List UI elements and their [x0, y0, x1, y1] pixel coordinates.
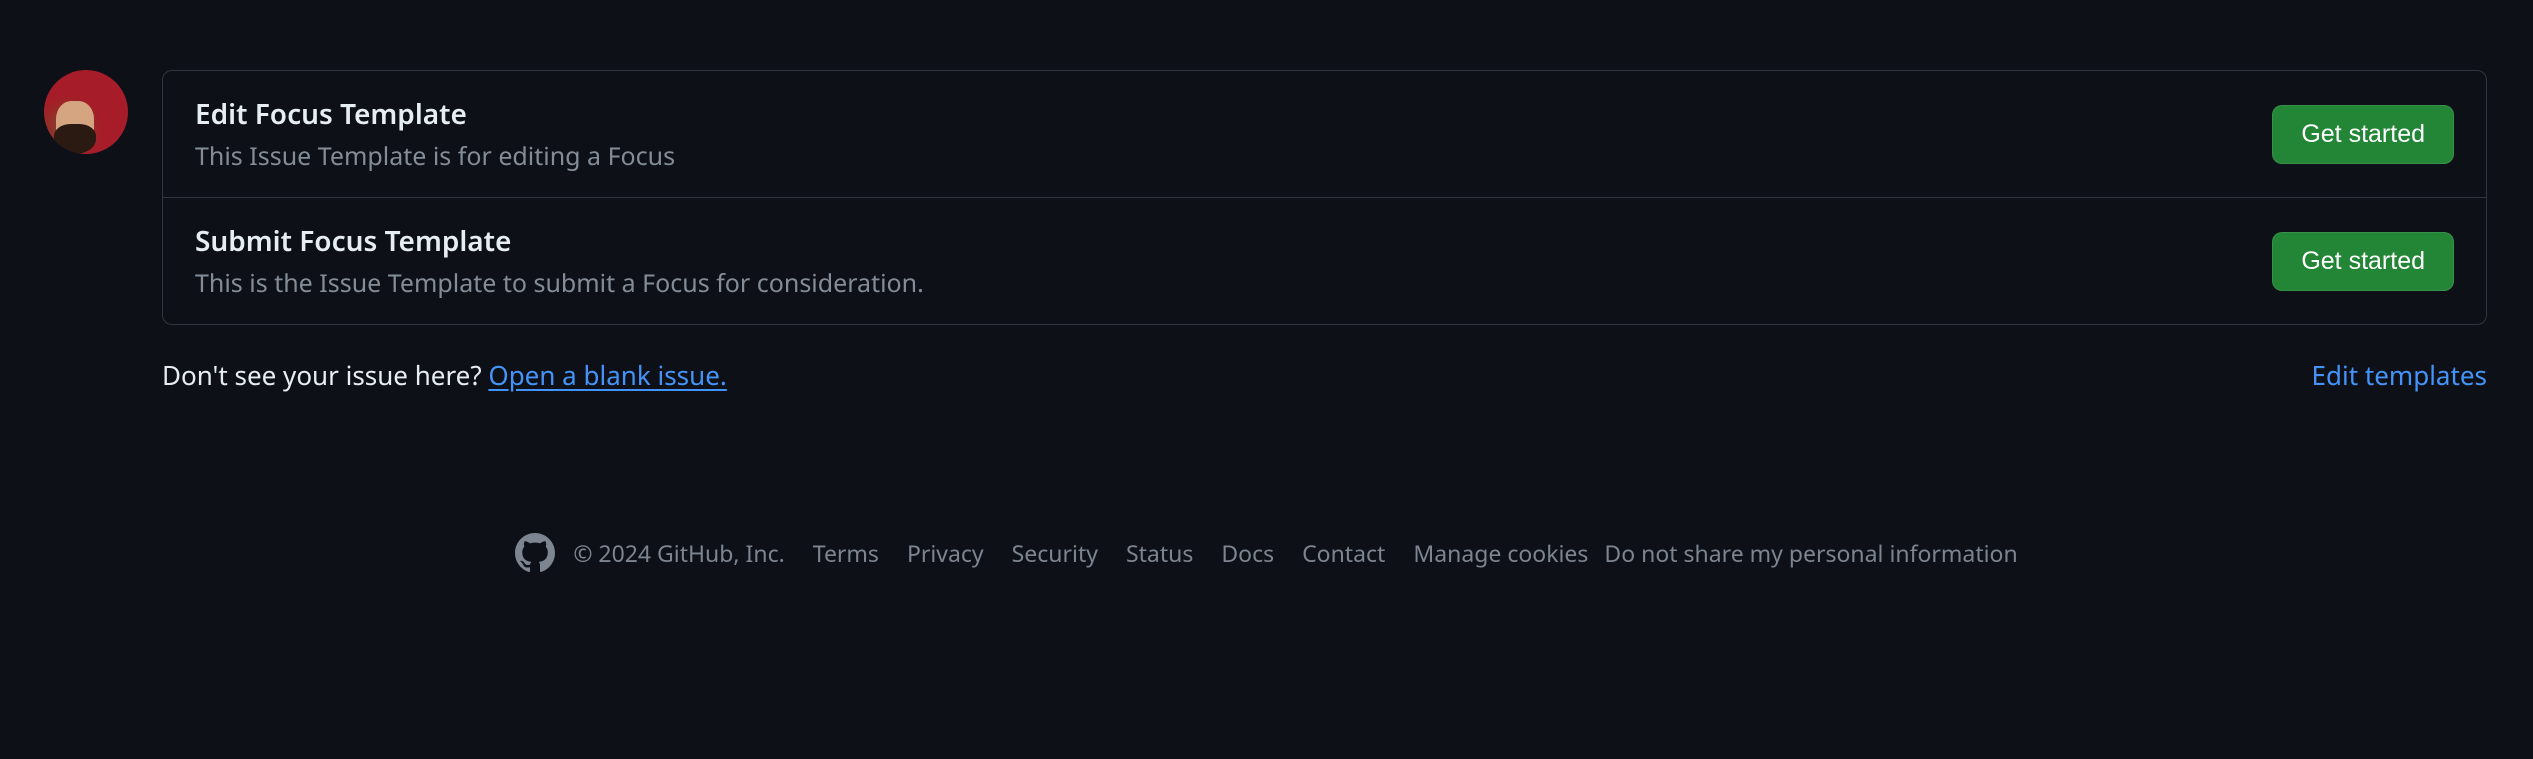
open-blank-issue-link[interactable]: Open a blank issue.: [488, 357, 726, 393]
template-text: Edit Focus Template This Issue Template …: [195, 95, 675, 173]
template-list: Edit Focus Template This Issue Template …: [162, 70, 2487, 325]
template-item-submit-focus: Submit Focus Template This is the Issue …: [163, 197, 2486, 324]
blank-prompt-text: Don't see your issue here?: [162, 357, 488, 393]
template-text: Submit Focus Template This is the Issue …: [195, 222, 924, 300]
footer-brand: © 2024 GitHub, Inc.: [515, 533, 784, 573]
template-chooser-container: Edit Focus Template This Issue Template …: [0, 70, 2533, 325]
edit-templates-link[interactable]: Edit templates: [2312, 357, 2487, 393]
footer-do-not-share-link[interactable]: Do not share my personal information: [1604, 537, 2017, 569]
footer-security-link[interactable]: Security: [1012, 537, 1098, 569]
get-started-button[interactable]: Get started: [2272, 232, 2454, 291]
footer-cookie-group: Manage cookies Do not share my personal …: [1413, 537, 2017, 569]
get-started-button[interactable]: Get started: [2272, 105, 2454, 164]
github-icon: [515, 533, 555, 573]
template-item-edit-focus: Edit Focus Template This Issue Template …: [163, 71, 2486, 197]
footer-status-link[interactable]: Status: [1126, 537, 1193, 569]
footer-copyright: © 2024 GitHub, Inc.: [573, 537, 784, 569]
page-footer: © 2024 GitHub, Inc. Terms Privacy Securi…: [0, 533, 2533, 573]
template-description: This Issue Template is for editing a Foc…: [195, 139, 675, 173]
template-title: Edit Focus Template: [195, 95, 675, 133]
footer-manage-cookies-link[interactable]: Manage cookies: [1413, 537, 1588, 569]
user-avatar[interactable]: [44, 70, 128, 154]
footer-docs-link[interactable]: Docs: [1221, 537, 1274, 569]
template-title: Submit Focus Template: [195, 222, 924, 260]
footer-terms-link[interactable]: Terms: [813, 537, 879, 569]
footer-contact-link[interactable]: Contact: [1302, 537, 1385, 569]
footer-privacy-link[interactable]: Privacy: [907, 537, 984, 569]
below-list-row: Don't see your issue here? Open a blank …: [0, 357, 2533, 393]
blank-issue-prompt: Don't see your issue here? Open a blank …: [162, 357, 727, 393]
template-description: This is the Issue Template to submit a F…: [195, 266, 924, 300]
avatar-beard: [54, 124, 96, 154]
